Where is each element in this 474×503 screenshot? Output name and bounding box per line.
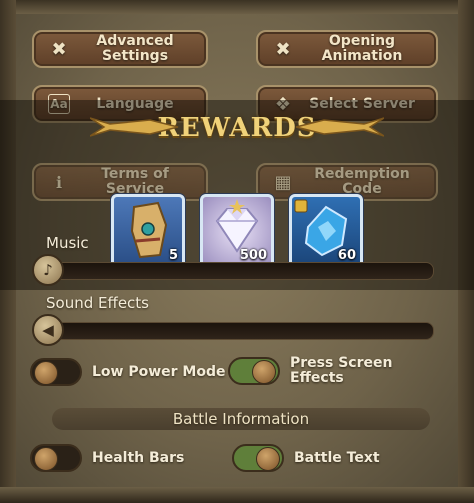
reward-item-crystal-shard[interactable]: 60 bbox=[289, 194, 363, 268]
advanced-settings-button[interactable]: ✖ Advanced Settings bbox=[32, 30, 208, 68]
terms-of-service-label: Terms of Service bbox=[101, 166, 169, 197]
banner-wing-right-icon bbox=[295, 117, 384, 137]
low-power-mode-label: Low Power Mode bbox=[92, 363, 226, 380]
reward-item-diamond[interactable]: 500 bbox=[200, 194, 274, 268]
sound-effects-label: Sound Effects bbox=[46, 294, 149, 312]
wrench-screwdriver-icon: ✖ bbox=[275, 38, 291, 60]
rewards-banner: REWARDS bbox=[90, 108, 384, 148]
frame-bottom bbox=[0, 487, 474, 503]
wrench-screwdriver-icon: ✖ bbox=[51, 38, 67, 60]
rewards-title: REWARDS bbox=[157, 113, 317, 143]
low-power-mode-row: Low Power Mode bbox=[30, 358, 226, 386]
press-screen-effects-label: Press Screen Effects bbox=[290, 355, 393, 386]
opening-animation-button[interactable]: ✖ Opening Animation bbox=[256, 30, 438, 68]
battle-information-header: Battle Information bbox=[52, 408, 430, 430]
health-bars-row: Health Bars bbox=[30, 444, 184, 472]
music-slider-track[interactable] bbox=[40, 262, 434, 280]
music-note-icon: ♪ bbox=[43, 261, 53, 279]
sound-effects-slider-knob[interactable]: ◀ bbox=[32, 314, 64, 346]
redemption-code-label: Redemption Code bbox=[314, 166, 410, 197]
low-power-mode-toggle[interactable] bbox=[30, 358, 82, 386]
press-screen-effects-toggle[interactable] bbox=[228, 357, 280, 385]
sound-effects-slider-track[interactable] bbox=[40, 322, 434, 340]
speaker-icon: ◀ bbox=[42, 321, 54, 339]
press-screen-effects-row: Press Screen Effects bbox=[228, 356, 392, 386]
reward-count: 60 bbox=[337, 248, 356, 263]
battle-text-label: Battle Text bbox=[294, 449, 380, 466]
health-bars-toggle[interactable] bbox=[30, 444, 82, 472]
game-settings-screen: { "buttons": { "advanced_settings": "Adv… bbox=[0, 0, 474, 503]
reward-item-gauntlet[interactable]: 5 bbox=[111, 194, 185, 268]
toggle-knob bbox=[34, 361, 58, 385]
banner-wing-left-icon bbox=[90, 117, 179, 137]
info-icon: ℹ bbox=[55, 172, 63, 192]
toggle-knob bbox=[34, 447, 58, 471]
frame-top bbox=[0, 0, 474, 14]
music-label: Music bbox=[46, 234, 89, 252]
battle-text-toggle[interactable] bbox=[232, 444, 284, 472]
health-bars-label: Health Bars bbox=[92, 449, 185, 466]
reward-count: 5 bbox=[168, 248, 178, 263]
gift-box-icon: ▦ bbox=[274, 171, 292, 193]
toggle-knob bbox=[256, 447, 280, 471]
reward-count: 500 bbox=[239, 248, 267, 263]
toggle-knob bbox=[252, 360, 276, 384]
advanced-settings-label: Advanced Settings bbox=[96, 33, 174, 64]
opening-animation-label: Opening Animation bbox=[321, 33, 403, 64]
battle-text-row: Battle Text bbox=[232, 444, 380, 472]
music-slider-knob[interactable]: ♪ bbox=[32, 254, 64, 286]
